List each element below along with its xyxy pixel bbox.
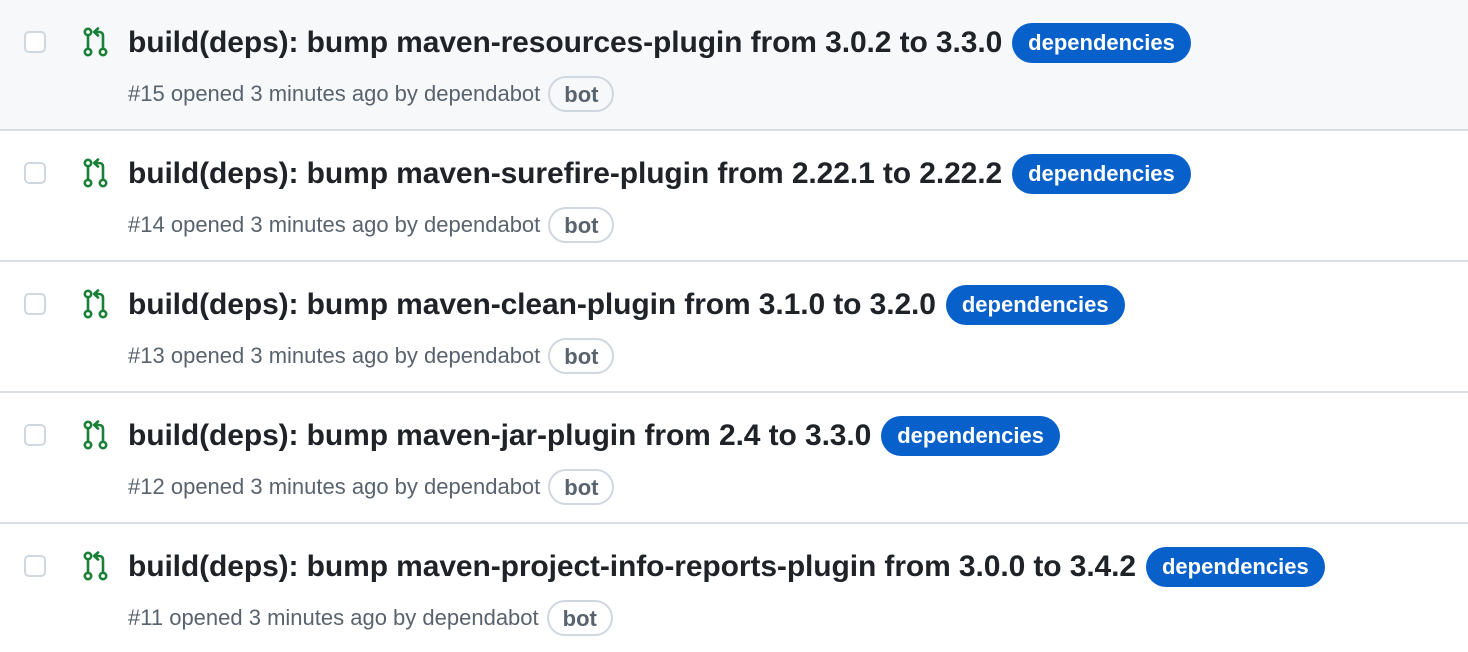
select-checkbox[interactable] xyxy=(24,555,46,577)
pr-title-link[interactable]: build(deps): bump maven-project-info-rep… xyxy=(128,550,1136,584)
git-pull-request-open-icon xyxy=(83,289,108,319)
label-dependencies[interactable]: dependencies xyxy=(1012,23,1191,63)
git-pull-request-open-icon xyxy=(83,551,108,581)
pr-meta: #14 opened 3 minutes ago by dependabot b… xyxy=(128,205,615,245)
author-link[interactable]: dependabot xyxy=(424,343,540,369)
select-checkbox[interactable] xyxy=(24,162,46,184)
label-dependencies[interactable]: dependencies xyxy=(1145,547,1325,587)
pr-meta: #15 opened 3 minutes ago by dependabot b… xyxy=(128,74,615,114)
select-checkbox[interactable] xyxy=(24,293,46,315)
pr-title-link[interactable]: build(deps): bump maven-resources-plugin… xyxy=(128,26,1002,60)
author-link[interactable]: dependabot xyxy=(424,212,540,238)
pr-meta: #11 opened 3 minutes ago by dependabot b… xyxy=(128,598,613,638)
select-checkbox[interactable] xyxy=(24,424,46,446)
pr-number: #12 xyxy=(128,474,165,499)
pr-title-link[interactable]: build(deps): bump maven-clean-plugin fro… xyxy=(128,288,936,322)
git-pull-request-open-icon xyxy=(83,420,108,450)
pr-number: #13 xyxy=(128,343,165,368)
label-dependencies[interactable]: dependencies xyxy=(881,416,1060,456)
label-dependencies[interactable]: dependencies xyxy=(1012,154,1191,194)
bot-badge: bot xyxy=(548,207,615,243)
author-link[interactable]: dependabot xyxy=(422,605,538,631)
git-pull-request-open-icon xyxy=(83,158,108,188)
pr-row[interactable]: build(deps): bump maven-resources-plugin… xyxy=(0,0,1468,131)
select-checkbox[interactable] xyxy=(24,31,46,53)
pull-request-list: build(deps): bump maven-resources-plugin… xyxy=(0,0,1468,652)
opened-text: opened 3 minutes ago by xyxy=(170,81,418,106)
pr-meta: #12 opened 3 minutes ago by dependabot b… xyxy=(128,467,615,507)
pr-row[interactable]: build(deps): bump maven-surefire-plugin … xyxy=(0,131,1468,262)
opened-text: opened 3 minutes ago by xyxy=(170,343,418,368)
pr-row[interactable]: build(deps): bump maven-clean-plugin fro… xyxy=(0,262,1468,393)
pr-title-link[interactable]: build(deps): bump maven-jar-plugin from … xyxy=(128,419,871,453)
pr-row[interactable]: build(deps): bump maven-project-info-rep… xyxy=(0,524,1468,652)
opened-text: opened 3 minutes ago by xyxy=(169,605,417,630)
pr-number: #14 xyxy=(128,212,165,237)
git-pull-request-open-icon xyxy=(83,27,108,57)
bot-badge: bot xyxy=(548,76,615,112)
opened-text: opened 3 minutes ago by xyxy=(170,212,418,237)
pr-number: #11 xyxy=(128,605,164,630)
bot-badge: bot xyxy=(546,600,613,636)
bot-badge: bot xyxy=(548,469,615,505)
pr-meta: #13 opened 3 minutes ago by dependabot b… xyxy=(128,336,615,376)
opened-text: opened 3 minutes ago by xyxy=(170,474,418,499)
pr-row[interactable]: build(deps): bump maven-jar-plugin from … xyxy=(0,393,1468,524)
bot-badge: bot xyxy=(548,338,615,374)
pr-number: #15 xyxy=(128,81,165,106)
pr-title-link[interactable]: build(deps): bump maven-surefire-plugin … xyxy=(128,157,1002,191)
author-link[interactable]: dependabot xyxy=(424,474,540,500)
label-dependencies[interactable]: dependencies xyxy=(945,285,1125,325)
author-link[interactable]: dependabot xyxy=(424,81,540,107)
